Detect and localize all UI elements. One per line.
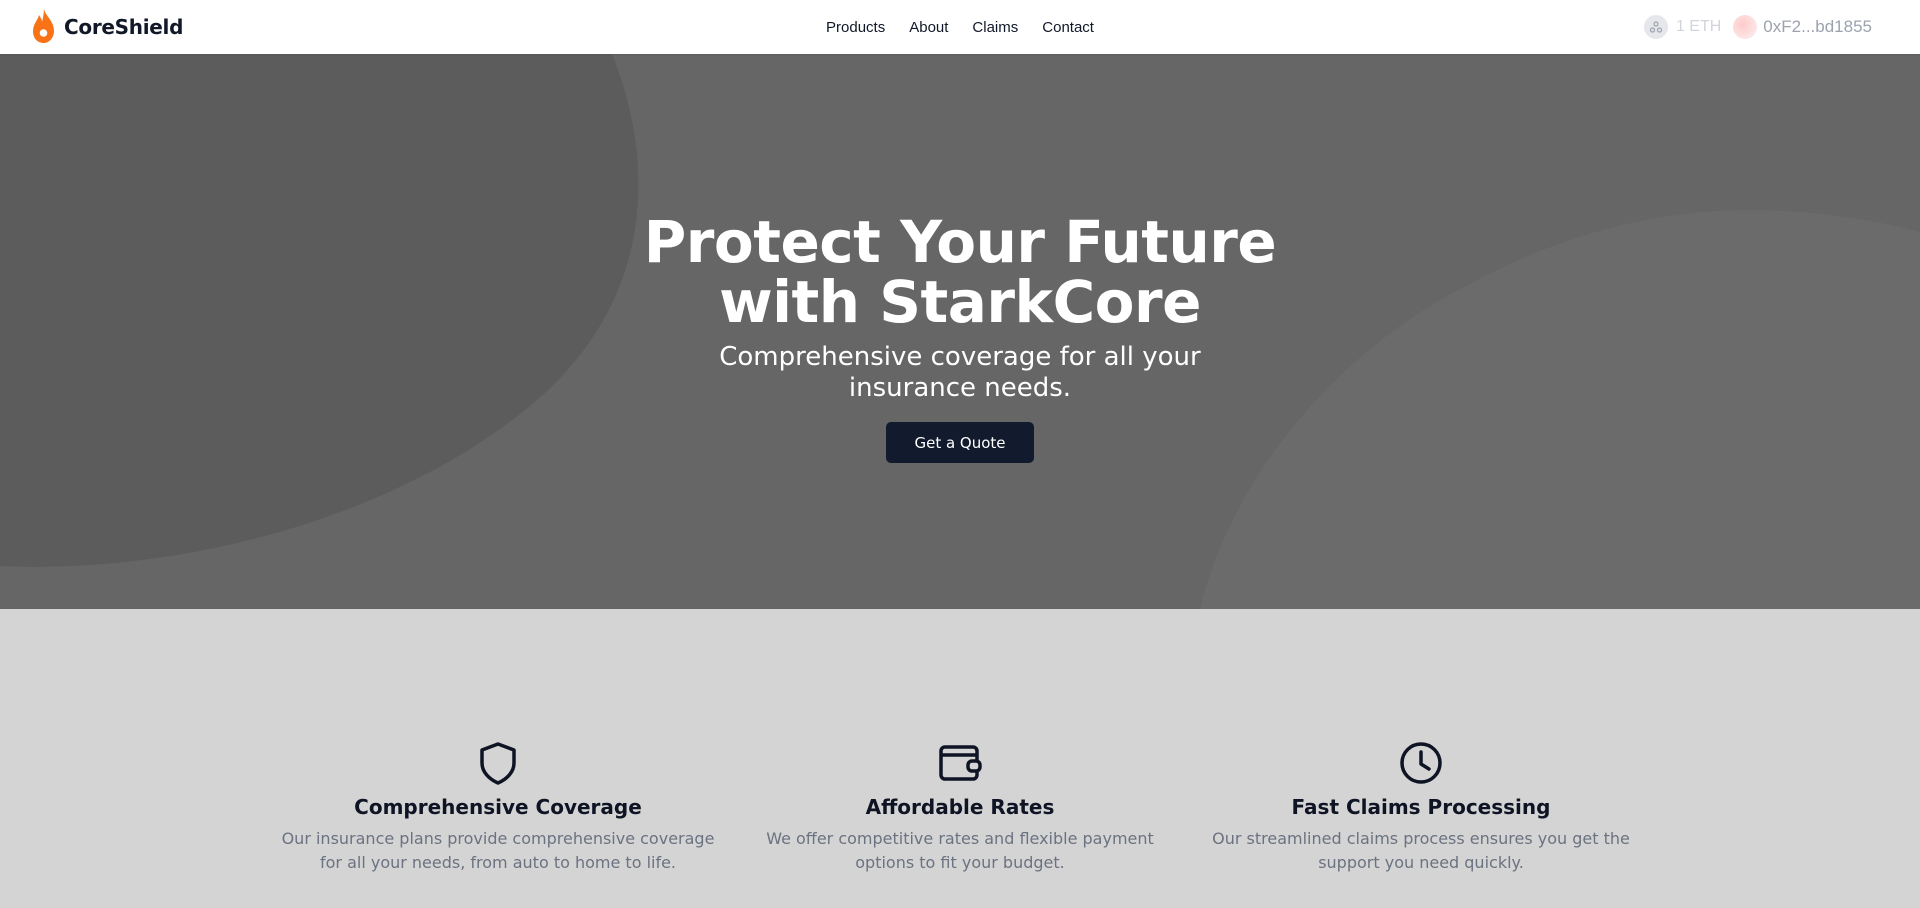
feature-card-coverage: Comprehensive Coverage Our insurance pla… bbox=[268, 739, 728, 875]
top-navbar: CoreShield Products About Claims Contact… bbox=[0, 0, 1920, 54]
balance-amount: 1 ETH bbox=[1675, 18, 1722, 35]
feature-title: Comprehensive Coverage bbox=[354, 795, 642, 819]
feature-title: Fast Claims Processing bbox=[1291, 795, 1551, 819]
feature-description: We offer competitive rates and flexible … bbox=[766, 829, 1154, 872]
feature-title: Affordable Rates bbox=[865, 795, 1055, 819]
brand[interactable]: CoreShield bbox=[28, 6, 183, 48]
eth-network-icon bbox=[1643, 15, 1668, 39]
nav-link-claims[interactable]: Claims bbox=[972, 19, 1018, 36]
brand-name: CoreShield bbox=[64, 15, 184, 39]
clock-icon bbox=[1400, 742, 1442, 784]
eth-balance: 1 ETH bbox=[1643, 15, 1722, 39]
wallet-icon bbox=[939, 745, 982, 781]
hero-title: Protect Your Future with StarkCore bbox=[643, 208, 1277, 336]
nav-link-products[interactable]: Products bbox=[826, 19, 885, 36]
get-quote-button[interactable]: Get a Quote bbox=[886, 422, 1034, 463]
wallet-area: 1 ETH 0xF2...bd1855 bbox=[1643, 15, 1872, 39]
feature-description: Our insurance plans provide comprehensiv… bbox=[281, 829, 715, 872]
feature-description: Our streamlined claims process ensures y… bbox=[1212, 829, 1630, 872]
wallet-avatar bbox=[1733, 15, 1758, 39]
nav-link-about[interactable]: About bbox=[909, 19, 948, 36]
feature-card-rates: Affordable Rates We offer competitive ra… bbox=[730, 739, 1190, 875]
shield-icon bbox=[480, 742, 516, 785]
main-nav: Products About Claims Contact bbox=[826, 0, 1094, 54]
features-section: Comprehensive Coverage Our insurance pla… bbox=[0, 609, 1920, 908]
wallet-address: 0xF2...bd1855 bbox=[1763, 17, 1872, 36]
wallet-account-button[interactable]: 0xF2...bd1855 bbox=[1733, 15, 1872, 39]
flame-logo-icon bbox=[33, 8, 54, 43]
hero-section: Protect Your Future with StarkCore Compr… bbox=[0, 54, 1920, 609]
nav-link-contact[interactable]: Contact bbox=[1042, 19, 1094, 36]
hero-content: Protect Your Future with StarkCore Compr… bbox=[0, 54, 1920, 609]
hero-subtitle: Comprehensive coverage for all your insu… bbox=[719, 342, 1201, 403]
feature-card-claims: Fast Claims Processing Our streamlined c… bbox=[1191, 739, 1651, 875]
